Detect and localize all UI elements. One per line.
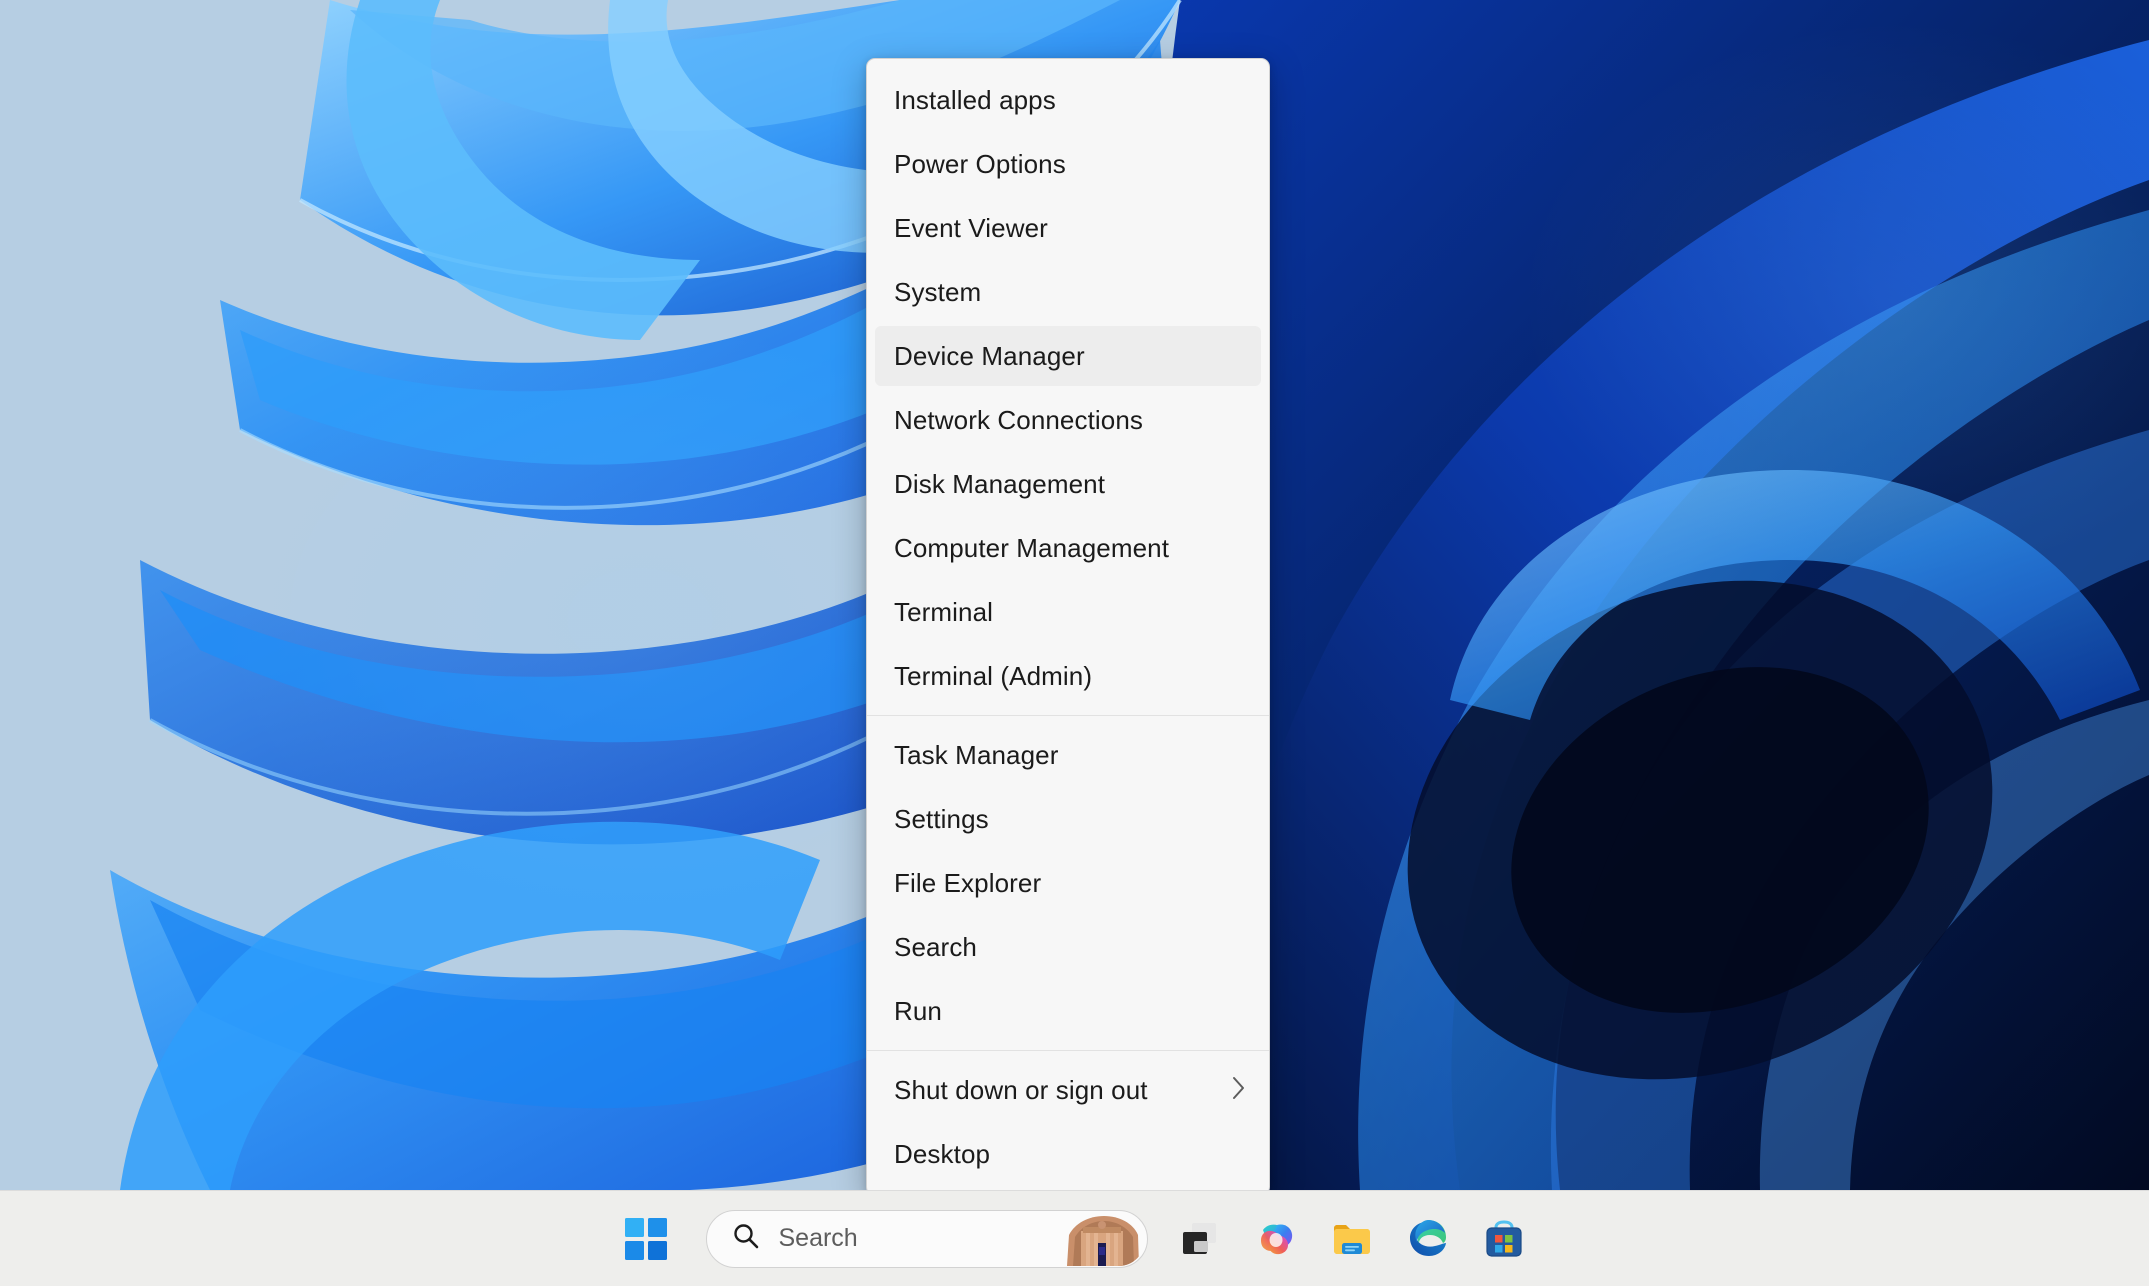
menu-item-label: Computer Management [894,533,1170,563]
menu-item-file-explorer[interactable]: File Explorer [867,851,1269,915]
task-view-icon [1182,1222,1216,1254]
search-icon [731,1221,761,1256]
menu-item-label: Terminal [894,597,994,627]
menu-item-label: Task Manager [894,740,1059,770]
search-input[interactable]: Search [705,1209,1148,1268]
windows-logo-icon [624,1217,667,1260]
menu-item-run[interactable]: Run [867,979,1269,1043]
menu-item-terminal-admin[interactable]: Terminal (Admin) [867,644,1269,708]
menu-item-shut-down-or-sign-out[interactable]: Shut down or sign out [867,1058,1269,1122]
menu-divider [867,715,1269,716]
menu-item-search[interactable]: Search [867,915,1269,979]
menu-item-label: Desktop [894,1139,991,1169]
menu-item-desktop[interactable]: Desktop [867,1122,1269,1186]
menu-item-terminal[interactable]: Terminal [867,580,1269,644]
menu-item-system[interactable]: System [867,260,1269,324]
menu-item-label: Terminal (Admin) [894,661,1093,691]
taskbar: Search [0,1190,2149,1286]
file-explorer-button[interactable] [1314,1201,1390,1277]
menu-item-label: Search [894,932,977,962]
microsoft-edge-icon [1409,1219,1446,1256]
file-explorer-icon [1333,1224,1370,1254]
menu-item-device-manager[interactable]: Device Manager [867,324,1269,388]
menu-item-label: Event Viewer [894,213,1048,243]
menu-item-label: Installed apps [894,85,1056,115]
menu-item-installed-apps[interactable]: Installed apps [867,68,1269,132]
menu-item-label: Disk Management [894,469,1106,499]
microsoft-store-icon [1485,1219,1522,1257]
copilot-icon [1260,1223,1292,1254]
menu-item-label: Shut down or sign out [894,1075,1148,1105]
menu-item-network-connections[interactable]: Network Connections [867,388,1269,452]
search-placeholder: Search [778,1224,858,1252]
menu-item-label: Run [894,996,942,1026]
chevron-right-icon [1231,1075,1247,1106]
menu-item-label: Power Options [894,149,1066,179]
menu-item-settings[interactable]: Settings [867,787,1269,851]
menu-item-event-viewer[interactable]: Event Viewer [867,196,1269,260]
task-view-button[interactable] [1162,1201,1238,1277]
menu-item-label: File Explorer [894,868,1042,898]
store-button[interactable] [1466,1201,1542,1277]
menu-item-label: System [894,277,982,307]
start-button[interactable] [608,1201,684,1277]
copilot-button[interactable] [1238,1201,1314,1277]
taskbar-center-group: Search [608,1201,1542,1277]
win-x-context-menu[interactable]: Installed apps Power Options Event Viewe… [866,58,1270,1196]
menu-item-label: Network Connections [894,405,1144,435]
desktop-screen: Installed apps Power Options Event Viewe… [0,0,2149,1286]
menu-divider [867,1050,1269,1051]
menu-item-disk-management[interactable]: Disk Management [867,452,1269,516]
menu-item-label: Device Manager [894,341,1085,371]
menu-item-computer-management[interactable]: Computer Management [867,516,1269,580]
menu-item-label: Settings [894,804,989,834]
menu-item-task-manager[interactable]: Task Manager [867,723,1269,787]
edge-button[interactable] [1390,1201,1466,1277]
petra-treasury-thumbnail[interactable] [1058,1212,1145,1266]
menu-item-power-options[interactable]: Power Options [867,132,1269,196]
